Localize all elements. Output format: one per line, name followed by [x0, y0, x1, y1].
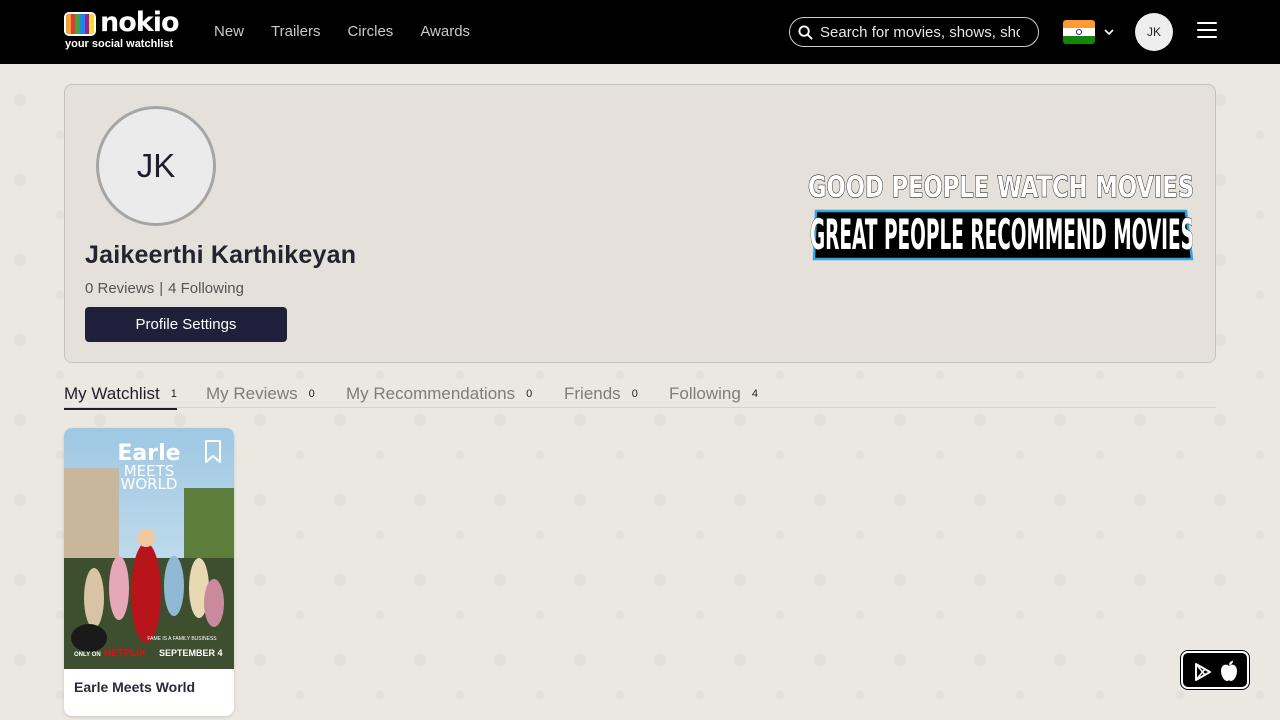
poster-network: NETFLIX	[104, 648, 146, 659]
banner-line-2: GREAT PEOPLE RECOMMEND MOVIES	[810, 210, 1194, 259]
hamburger-menu-icon[interactable]	[1197, 22, 1217, 42]
profile-name: Jaikeerthi Karthikeyan	[85, 241, 357, 269]
profile-card: JK Jaikeerthi Karthikeyan 0 Reviews | 4 …	[64, 84, 1216, 363]
brand-tagline: your social watchlist	[65, 38, 174, 50]
tab-my-reviews[interactable]: My Reviews 0	[206, 384, 315, 404]
profile-stats: 0 Reviews | 4 Following	[85, 280, 244, 297]
tab-count: 0	[526, 388, 533, 400]
tab-my-watchlist[interactable]: My Watchlist 1	[64, 384, 177, 410]
user-avatar-button[interactable]: JK	[1135, 13, 1173, 51]
tab-label: My Watchlist	[64, 384, 160, 403]
movie-poster[interactable]: Earle MEETS WORLD FAME IS A FAMILY BUSIN…	[64, 428, 234, 669]
profile-settings-button[interactable]: Profile Settings	[85, 307, 287, 342]
tab-label: Friends	[564, 384, 621, 403]
bookmark-icon[interactable]	[204, 440, 222, 464]
main-nav: New Trailers Circles Awards	[214, 23, 497, 40]
poster-date: SEPTEMBER 4	[159, 648, 223, 658]
reviews-count-link[interactable]: 0 Reviews	[85, 280, 154, 297]
search-icon[interactable]	[798, 25, 813, 40]
india-flag-icon[interactable]	[1063, 20, 1095, 44]
tab-count: 0	[308, 388, 315, 400]
brand-name: nokio	[100, 7, 180, 38]
movies-banner-image: GOOD PEOPLE WATCH MOVIES GREAT PEOPLE RE…	[808, 170, 1195, 261]
tab-label: My Reviews	[206, 384, 298, 403]
apple-icon[interactable]	[1219, 660, 1239, 682]
following-count-link[interactable]: 4 Following	[168, 280, 244, 297]
tab-my-recommendations[interactable]: My Recommendations 0	[346, 384, 532, 404]
poster-only-on: ONLY ON	[74, 652, 101, 658]
tab-count: 0	[631, 388, 638, 400]
search-box	[789, 17, 1039, 47]
profile-banner: GOOD PEOPLE WATCH MOVIES GREAT PEOPLE RE…	[806, 167, 1196, 273]
profile-tabs: My Watchlist 1 My Reviews 0 My Recommend…	[64, 380, 1216, 410]
stats-separator: |	[159, 280, 164, 297]
tab-label: Following	[669, 384, 741, 403]
tab-friends[interactable]: Friends 0	[564, 384, 638, 404]
tv-logo-icon	[64, 12, 96, 36]
poster-title-line-3: WORLD	[121, 475, 178, 493]
poster-tagline: FAME IS A FAMILY BUSINESS	[147, 636, 217, 642]
nav-link-trailers[interactable]: Trailers	[271, 23, 320, 40]
tab-count: 1	[170, 388, 177, 400]
ashoka-chakra-icon	[1075, 29, 1082, 35]
chevron-down-icon[interactable]	[1103, 26, 1115, 38]
search-input[interactable]	[820, 22, 1020, 42]
nokio-logo[interactable]: nokio your social watchlist	[64, 7, 184, 52]
app-download-badge[interactable]	[1181, 651, 1249, 689]
movie-title[interactable]: Earle Meets World	[74, 679, 195, 695]
tab-following[interactable]: Following 4	[669, 384, 758, 404]
tab-count: 4	[751, 388, 758, 400]
nav-link-circles[interactable]: Circles	[347, 23, 393, 40]
google-play-icon[interactable]	[1193, 662, 1213, 682]
banner-line-1: GOOD PEOPLE WATCH MOVIES	[808, 170, 1194, 204]
profile-avatar: JK	[96, 106, 216, 226]
nav-link-new[interactable]: New	[214, 23, 244, 40]
tab-label: My Recommendations	[346, 384, 516, 403]
top-navigation-bar: nokio your social watchlist New Trailers…	[0, 0, 1280, 64]
nav-link-awards[interactable]: Awards	[420, 23, 470, 40]
watchlist-card[interactable]: Earle MEETS WORLD FAME IS A FAMILY BUSIN…	[64, 428, 234, 716]
